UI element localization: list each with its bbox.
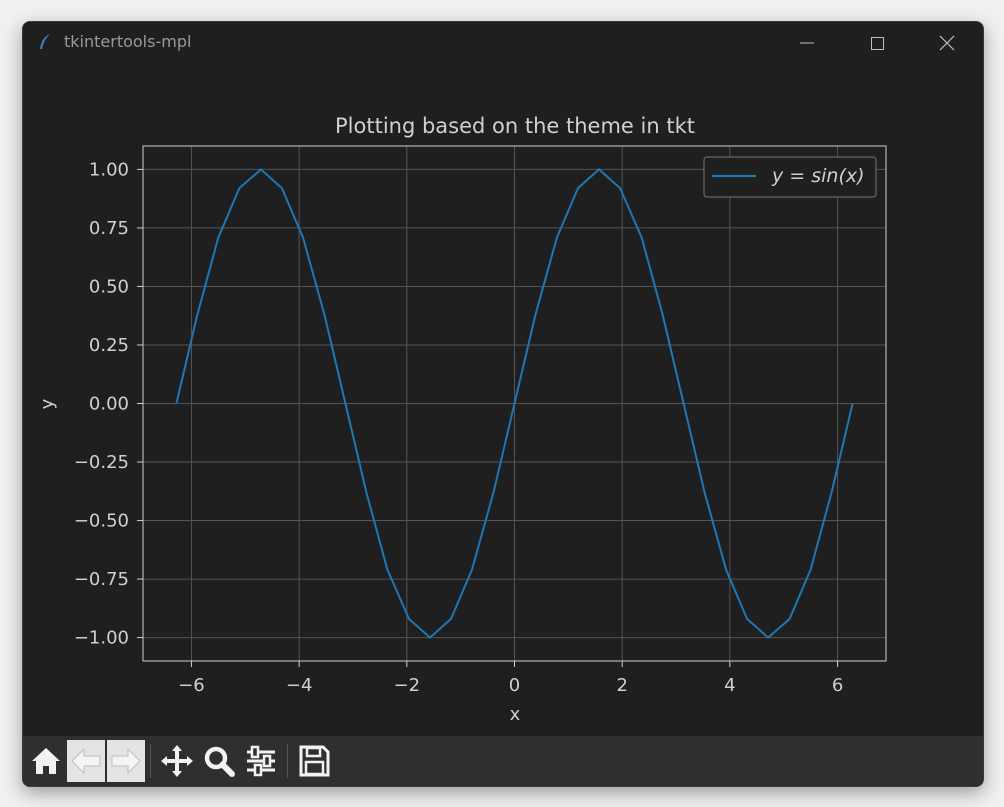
home-button[interactable] — [27, 740, 65, 782]
minimize-icon — [800, 42, 814, 44]
toolbar-separator — [150, 744, 151, 778]
save-icon — [299, 745, 330, 777]
legend: y = sin(x) — [703, 156, 877, 198]
y-axis-label: y — [37, 398, 58, 409]
y-tick-label: −0.50 — [74, 511, 129, 532]
chart-title: Plotting based on the theme in tkt — [335, 114, 695, 138]
title-bar[interactable]: tkintertools-mpl — [23, 22, 983, 64]
x-axis-ticks: −6 −4 −2 0 2 4 6 — [178, 661, 843, 696]
maximize-icon — [871, 37, 884, 50]
y-tick-label: 0.75 — [89, 218, 129, 239]
plot-canvas[interactable]: Plotting based on the theme in tkt −6 −4−… — [23, 64, 983, 736]
x-tick-label: −4 — [286, 675, 313, 696]
app-window: tkintertools-mpl Plotting based on the t… — [22, 21, 984, 787]
y-tick-label: 0.00 — [89, 394, 129, 415]
x-tick-label: 4 — [724, 675, 735, 696]
x-axis-label: x — [510, 704, 521, 725]
pan-icon — [161, 745, 193, 777]
x-tick-label: −2 — [394, 675, 421, 696]
close-button[interactable] — [917, 22, 977, 64]
maximize-button[interactable] — [847, 22, 907, 64]
window-title: tkintertools-mpl — [64, 32, 192, 51]
x-tick-label: 0 — [509, 675, 520, 696]
y-tick-label: 0.50 — [89, 276, 129, 297]
feather-icon — [40, 34, 50, 49]
navigation-toolbar — [23, 736, 983, 786]
x-tick-label: 6 — [832, 675, 843, 696]
x-tick-label: −6 — [178, 675, 205, 696]
y-axis-ticks: 1.00 0.75 0.50 0.25 0.00 −0.25 −0.50 −0.75 −1.00 — [74, 159, 143, 649]
y-tick-label: −1.00 — [74, 628, 129, 649]
zoom-button[interactable] — [199, 740, 239, 782]
configure-subplots-icon — [247, 745, 275, 777]
forward-button[interactable] — [107, 740, 145, 782]
y-tick-label: −0.25 — [74, 452, 129, 473]
legend-label: y = sin(x) — [771, 165, 865, 187]
minimize-button[interactable] — [777, 22, 837, 64]
forward-icon — [111, 747, 141, 775]
back-icon — [71, 747, 101, 775]
back-button[interactable] — [67, 740, 105, 782]
y-tick-label: −0.75 — [74, 569, 129, 590]
y-tick-label: 0.25 — [89, 335, 129, 356]
home-icon — [32, 748, 60, 774]
close-icon — [939, 35, 955, 51]
save-button[interactable] — [295, 740, 333, 782]
y-tick-label: 1.00 — [89, 159, 129, 180]
zoom-icon — [204, 746, 235, 777]
toolbar-separator — [287, 744, 288, 778]
configure-subplots-button[interactable] — [241, 740, 281, 782]
pan-button[interactable] — [157, 740, 197, 782]
x-tick-label: 2 — [616, 675, 627, 696]
